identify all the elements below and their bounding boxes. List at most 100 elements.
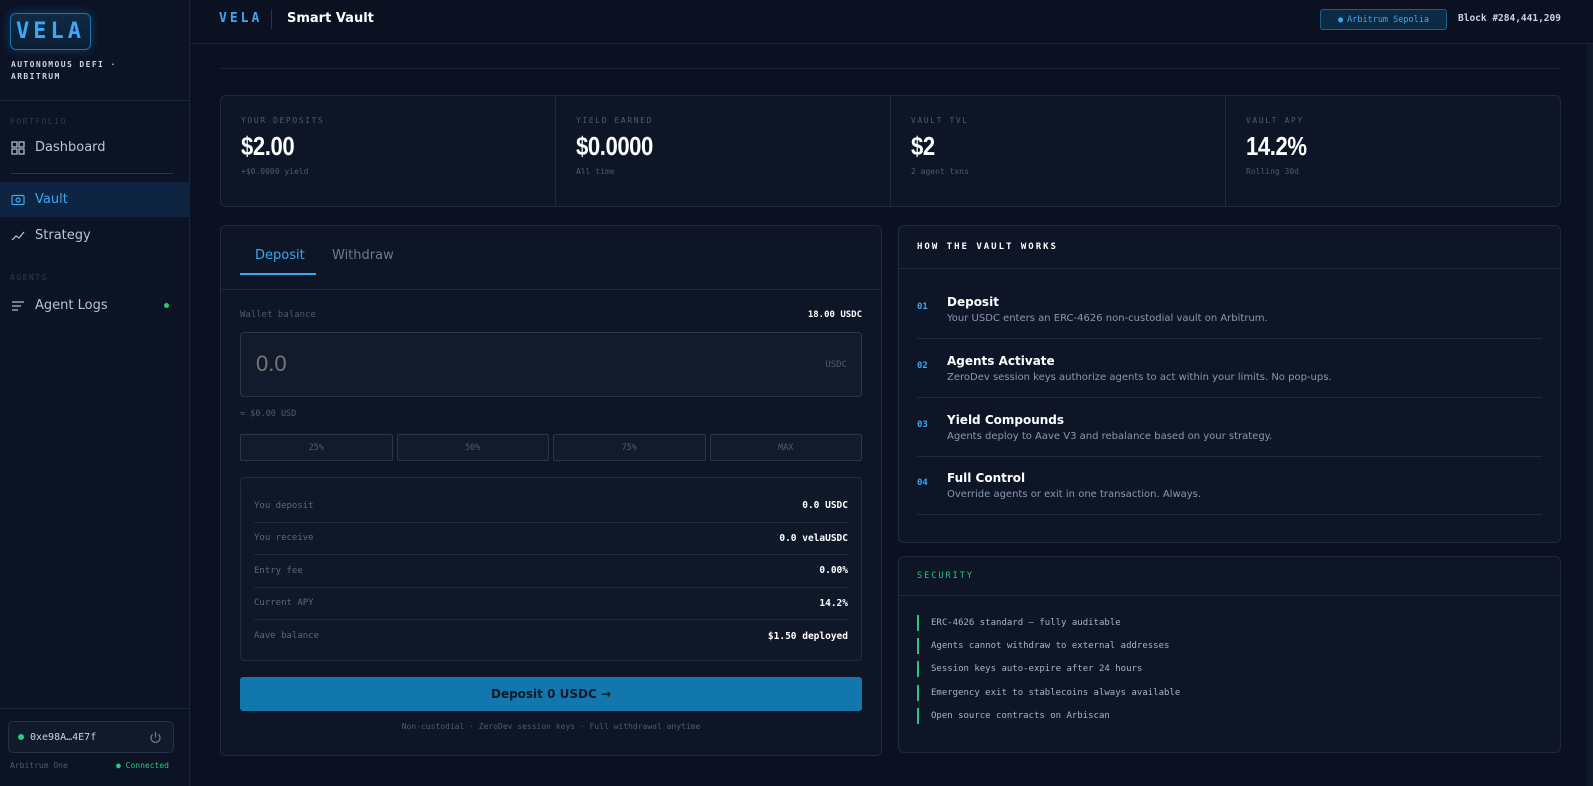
stat-label: YOUR DEPOSITS [241,116,325,125]
top-bar: VELA Smart Vault ● Arbitrum Sepolia Bloc… [190,0,1593,44]
summary-label: Entry fee [254,565,303,576]
connection-status: ● Connected [116,761,169,770]
live-indicator [164,303,169,308]
amount-input[interactable] [256,351,656,377]
trend-icon [11,229,25,243]
stat-sub: 2 agent txns [911,167,969,176]
summary-row: Aave balance $1.50 deployed [254,620,848,653]
summary-value: 0.0 velaUSDC [779,532,848,544]
sidebar-item-label: Agent Logs [35,298,108,313]
connection-status-text: Connected [125,761,169,770]
sidebar-item-label: Strategy [35,228,91,243]
stat-value: $2 [911,131,935,161]
pct-25-button[interactable]: 25% [240,434,393,461]
stat-label: VAULT APY [1246,116,1304,125]
tagline: AUTONOMOUS DEFI · ARBITRUM [11,60,117,81]
sidebar-item-dashboard[interactable]: Dashboard [0,130,189,165]
stat-value: $2.00 [241,131,295,161]
sidebar-divider [11,173,173,174]
percent-buttons: 25% 50% 75% MAX [240,434,862,461]
security-item: ERC-4626 standard — fully auditable [917,615,1121,631]
step-title: Deposit [947,295,999,309]
block-number: Block #284,441,209 [1458,13,1561,24]
vault-icon [11,193,25,207]
step-number: 02 [917,361,928,371]
section-label-portfolio: PORTFOLIO [10,117,67,126]
stat-card-yield: YIELD EARNED $0.0000 All time [556,96,891,206]
deposit-summary: You deposit 0.0 USDC You receive 0.0 vel… [240,477,862,661]
summary-row: Current APY 14.2% [254,588,848,620]
usd-equivalent: ≈ $0.00 USD [240,409,297,419]
stat-value: $0.0000 [576,131,653,161]
sidebar: VELA AUTONOMOUS DEFI · ARBITRUM PORTFOLI… [0,0,190,786]
sidebar-divider [0,708,189,709]
panel-title: SECURITY [899,557,1560,596]
step-description: Agents deploy to Aave V3 and rebalance b… [947,431,1273,442]
summary-value: $1.50 deployed [767,630,848,642]
security-item: Emergency exit to stablecoins always ava… [917,685,1180,701]
summary-row: You deposit 0.0 USDC [254,490,848,523]
summary-row: You receive 0.0 velaUSDC [254,523,848,555]
summary-label: Aave balance [254,631,320,642]
network-badge[interactable]: ● Arbitrum Sepolia [1320,9,1447,30]
summary-row: Entry fee 0.00% [254,555,848,588]
power-icon[interactable] [148,730,163,745]
sidebar-item-vault[interactable]: Vault [0,182,189,217]
stat-card-tvl: VAULT TVL $2 2 agent txns [891,96,1226,206]
summary-label: You deposit [254,500,314,511]
sidebar-item-label: Vault [35,192,68,207]
step-description: Override agents or exit in one transacti… [947,489,1202,500]
header-brand: VELA [219,11,263,26]
step-title: Full Control [947,471,1026,485]
pct-75-button[interactable]: 75% [553,434,706,461]
wallet-address: 0xe98A…4E7f [30,731,97,743]
logo-text: VELA [16,19,85,44]
how-it-works-panel: HOW THE VAULT WORKS 01 Deposit Your USDC… [898,225,1561,543]
deposit-panel: Deposit Withdraw Wallet balance 18.00 US… [220,225,882,756]
security-item: Open source contracts on Arbiscan [917,708,1110,724]
panel-title: HOW THE VAULT WORKS [899,226,1560,269]
tab-withdraw[interactable]: Withdraw [332,248,394,263]
scrollbar[interactable] [1587,44,1593,786]
stat-sub: +$0.0000 yield [241,167,309,176]
step-description: Your USDC enters an ERC-4626 non-custodi… [947,313,1268,324]
step-number: 03 [917,420,928,430]
security-item: Agents cannot withdraw to external addre… [917,638,1169,654]
step-item: 04 Full Control Override agents or exit … [917,456,1542,515]
stats-bar: YOUR DEPOSITS $2.00 +$0.0000 yield YIELD… [220,95,1561,207]
stat-sub: All time [576,167,615,176]
stat-sub: Rolling 30d [1246,167,1299,176]
header-divider [271,9,272,29]
sidebar-item-label: Dashboard [35,140,106,155]
amount-field[interactable]: USDC [240,332,862,397]
section-label-agents: AGENTS [10,273,48,282]
step-title: Agents Activate [947,354,1055,368]
tab-bar: Deposit Withdraw [221,226,881,290]
grid-icon [11,140,25,155]
step-title: Yield Compounds [947,413,1065,427]
tab-deposit[interactable]: Deposit [255,248,305,263]
deposit-submit-button[interactable]: Deposit 0 USDC → [240,677,862,711]
pct-50-button[interactable]: 50% [396,434,549,461]
wallet-network: Arbitrum One [10,761,68,770]
step-item: 02 Agents Activate ZeroDev session keys … [917,339,1542,398]
summary-value: 0.0 USDC [802,500,848,512]
sidebar-item-agent-logs[interactable]: Agent Logs [0,288,189,323]
wallet-balance-label: Wallet balance [240,310,316,320]
page-title: Smart Vault [287,11,374,26]
list-icon [11,299,25,313]
summary-value: 14.2% [819,597,848,609]
stat-label: VAULT TVL [911,116,969,125]
security-item: Session keys auto-expire after 24 hours [917,661,1142,677]
step-number: 04 [917,478,928,488]
sidebar-divider [0,100,189,101]
sidebar-item-strategy[interactable]: Strategy [0,218,189,253]
status-dot [18,734,24,740]
amount-unit: USDC [825,360,847,370]
security-panel: SECURITY ERC-4626 standard — fully audit… [898,556,1561,753]
logo[interactable]: VELA [10,13,91,50]
summary-label: Current APY [254,598,314,609]
wallet-button[interactable]: 0xe98A…4E7f [8,721,174,753]
max-button[interactable]: MAX [709,434,862,461]
step-item: 01 Deposit Your USDC enters an ERC-4626 … [917,280,1542,339]
